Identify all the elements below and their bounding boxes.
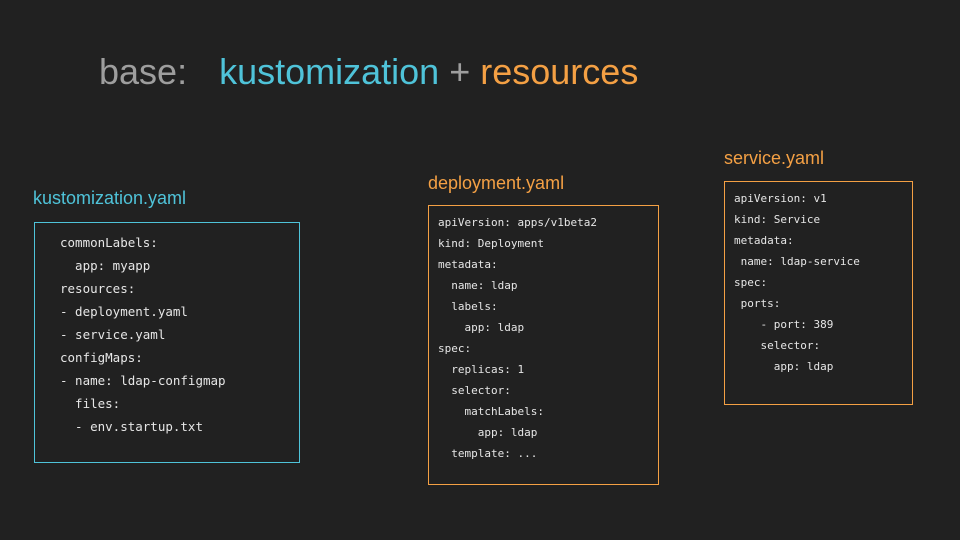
code-line: selector:: [438, 384, 511, 397]
code-line: app: ldap: [438, 321, 525, 334]
slide: base: kustomization + resources kustomiza…: [0, 0, 960, 540]
code-line: commonLabels:: [60, 235, 158, 250]
code-line: apiVersion: v1: [734, 192, 827, 205]
title-resources: resources: [480, 51, 639, 92]
deployment-filename: deployment.yaml: [428, 173, 565, 193]
slide-title: base: kustomization + resources: [99, 50, 638, 94]
code-line: configMaps:: [60, 350, 143, 365]
code-line: resources:: [60, 281, 136, 296]
code-line: - service.yaml: [60, 327, 166, 342]
title-kustomization: kustomization: [219, 51, 440, 92]
kustomization-code-box: commonLabels: app: myapp resources: - de…: [34, 222, 300, 463]
code-line: spec:: [438, 342, 472, 355]
code-line: kind: Service: [734, 213, 821, 226]
code-line: selector:: [734, 339, 821, 352]
code-line: metadata:: [438, 258, 498, 271]
code-line: - deployment.yaml: [60, 304, 188, 319]
code-line: name: ldap: [438, 279, 518, 292]
code-line: app: ldap: [734, 360, 834, 373]
code-line: app: myapp: [60, 258, 151, 273]
code-line: apiVersion: apps/v1beta2: [438, 216, 597, 229]
code-line: matchLabels:: [438, 405, 544, 418]
title-plus: +: [449, 51, 471, 92]
service-code-box: apiVersion: v1 kind: Service metadata: n…: [724, 181, 913, 405]
kustomization-filename: kustomization.yaml: [33, 188, 187, 208]
title-base: base:: [99, 51, 188, 92]
code-line: app: ldap: [438, 426, 538, 439]
code-line: kind: Deployment: [438, 237, 544, 250]
code-line: spec:: [734, 276, 768, 289]
code-line: template: ...: [438, 447, 538, 460]
code-line: name: ldap-service: [734, 255, 860, 268]
code-line: - port: 389: [734, 318, 834, 331]
code-line: - name: ldap-configmap: [60, 373, 226, 388]
deployment-code-box: apiVersion: apps/v1beta2 kind: Deploymen…: [428, 205, 659, 485]
code-line: ports:: [734, 297, 781, 310]
code-line: replicas: 1: [438, 363, 525, 376]
code-line: labels:: [438, 300, 498, 313]
code-line: files:: [60, 396, 121, 411]
service-filename: service.yaml: [724, 148, 825, 168]
code-line: - env.startup.txt: [60, 419, 203, 434]
code-line: metadata:: [734, 234, 794, 247]
